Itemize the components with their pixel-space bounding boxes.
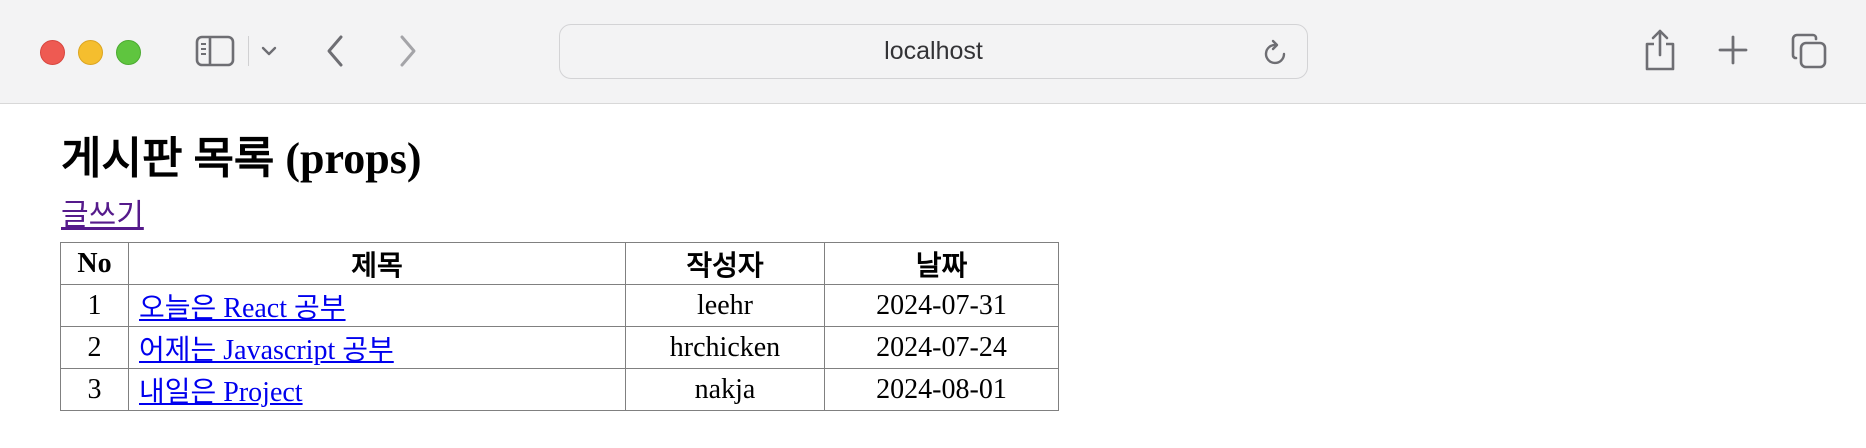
row-no: 3: [60, 368, 129, 411]
board-table: No 제목 작성자 날짜 1 오늘은 React 공부 leehr 2024-0…: [60, 242, 1059, 411]
chevron-right-icon[interactable]: [397, 33, 419, 69]
sidebar-icon[interactable]: [195, 34, 235, 68]
row-title-cell: 어제는 Javascript 공부: [128, 326, 626, 369]
post-title-link[interactable]: 오늘은 React 공부: [139, 293, 346, 324]
row-writer: nakja: [625, 368, 825, 411]
header-writer: 작성자: [625, 242, 825, 285]
share-icon[interactable]: [1643, 28, 1677, 72]
close-window-button[interactable]: [40, 40, 65, 65]
browser-toolbar: localhost: [0, 0, 1866, 104]
header-no: No: [60, 242, 129, 285]
row-title-cell: 오늘은 React 공부: [128, 284, 626, 327]
page-title: 게시판 목록 (props): [61, 134, 422, 183]
plus-icon[interactable]: [1717, 34, 1749, 66]
row-no: 2: [60, 326, 129, 369]
page-content: 게시판 목록 (props) 글쓰기 No 제목 작성자 날짜 1 오늘은 Re…: [0, 104, 1866, 448]
zoom-window-button[interactable]: [116, 40, 141, 65]
header-date: 날짜: [824, 242, 1059, 285]
tabs-overview-icon[interactable]: [1790, 32, 1828, 70]
row-no: 1: [60, 284, 129, 327]
window-controls: [40, 40, 141, 65]
table-row: 3 내일은 Project nakja 2024-08-01: [60, 368, 1059, 411]
header-title: 제목: [128, 242, 626, 285]
row-date: 2024-08-01: [824, 368, 1059, 411]
address-text: localhost: [884, 37, 983, 65]
reload-icon[interactable]: [1263, 39, 1289, 72]
chevron-down-icon[interactable]: [260, 42, 278, 60]
row-date: 2024-07-31: [824, 284, 1059, 327]
chevron-left-icon[interactable]: [324, 33, 346, 69]
table-row: 1 오늘은 React 공부 leehr 2024-07-31: [60, 284, 1059, 327]
table-row: 2 어제는 Javascript 공부 hrchicken 2024-07-24: [60, 326, 1059, 369]
write-post-link[interactable]: 글쓰기: [61, 190, 144, 234]
row-title-cell: 내일은 Project: [128, 368, 626, 411]
address-bar[interactable]: localhost: [559, 24, 1308, 79]
row-writer: hrchicken: [625, 326, 825, 369]
post-title-link[interactable]: 내일은 Project: [139, 377, 303, 408]
row-date: 2024-07-24: [824, 326, 1059, 369]
post-title-link[interactable]: 어제는 Javascript 공부: [139, 335, 394, 366]
toolbar-divider: [248, 36, 249, 66]
table-header-row: No 제목 작성자 날짜: [60, 242, 1059, 285]
row-writer: leehr: [625, 284, 825, 327]
minimize-window-button[interactable]: [78, 40, 103, 65]
